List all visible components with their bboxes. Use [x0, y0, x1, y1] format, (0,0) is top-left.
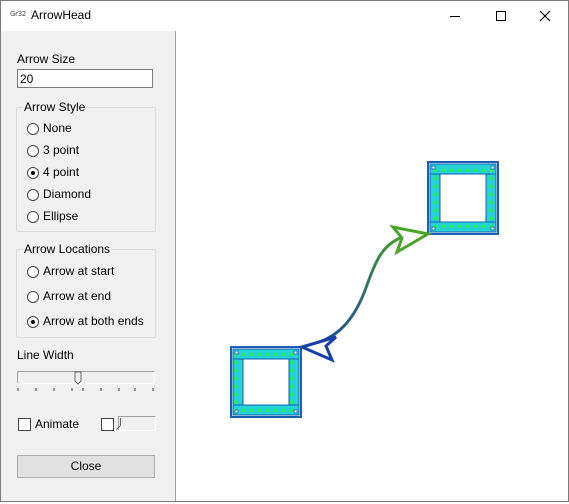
radio-button-icon: [27, 167, 39, 179]
radio-label: Arrow at both ends: [43, 314, 144, 328]
animate-option-checkbox[interactable]: [101, 418, 114, 431]
arrow-size-label: Arrow Size: [17, 52, 76, 66]
radio-button-icon: [27, 189, 39, 201]
radio-label: Arrow at start: [43, 264, 115, 278]
arrow-locations-group: Arrow Locations Arrow at start Arrow at …: [16, 242, 156, 338]
connector-curve[interactable]: [315, 233, 409, 345]
animate-speed-slider[interactable]: [116, 416, 156, 432]
radio-label: 3 point: [43, 143, 80, 157]
maximize-button[interactable]: [478, 1, 524, 31]
drawing-canvas[interactable]: [176, 31, 568, 501]
window-title: ArrowHead: [31, 8, 92, 22]
close-button[interactable]: Close: [17, 455, 155, 478]
app-icon: Gr32: [10, 10, 27, 18]
radio-button-icon: [27, 316, 39, 328]
radio-label: Arrow at end: [43, 289, 112, 303]
arrow-locations-title: Arrow Locations: [23, 242, 112, 256]
arrowhead-start-icon: [297, 335, 338, 363]
radio-label: None: [43, 121, 72, 135]
animate-checkbox[interactable]: [18, 418, 31, 431]
arrow-style-group: Arrow Style None 3 point 4 point Diamond…: [16, 100, 156, 232]
title-bar[interactable]: Gr32 ArrowHead: [1, 1, 568, 31]
arrow-style-title: Arrow Style: [23, 100, 87, 114]
radio-button-icon: [27, 266, 39, 278]
bottom-left-box[interactable]: [230, 346, 302, 418]
line-width-slider[interactable]: [17, 371, 155, 385]
radio-button-icon: [27, 145, 39, 157]
radio-label: Diamond: [43, 187, 92, 201]
arrow-size-input[interactable]: 20: [17, 69, 153, 88]
minimize-button[interactable]: [432, 1, 478, 31]
radio-label: 4 point: [43, 165, 80, 179]
animate-label: Animate: [35, 417, 80, 431]
close-window-button[interactable]: [522, 1, 568, 31]
radio-button-icon: [27, 211, 39, 223]
arrow-drawing: [230, 161, 499, 418]
controls-panel: Arrow Size 20 Arrow Style None 3 point 4…: [1, 31, 176, 501]
slider-ticks: [17, 388, 154, 391]
app-window: Gr32 ArrowHead Arrow Size 20 Arrow Style…: [0, 0, 569, 502]
radio-button-icon: [27, 123, 39, 135]
radio-label: Ellipse: [43, 209, 79, 223]
close-icon: [540, 11, 551, 22]
top-right-box[interactable]: [427, 161, 499, 235]
line-width-label: Line Width: [17, 348, 74, 362]
minimize-icon: [450, 16, 460, 17]
radio-button-icon: [27, 291, 39, 303]
maximize-icon: [496, 11, 506, 21]
